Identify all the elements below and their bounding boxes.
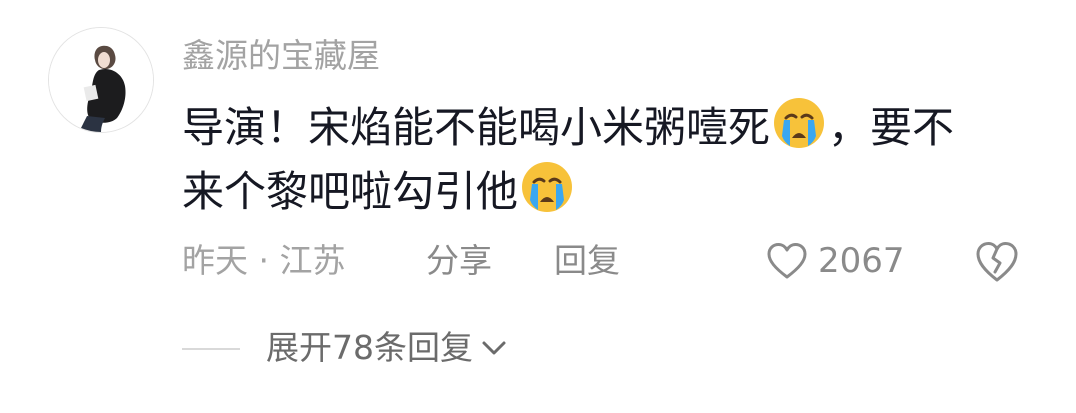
- broken-heart-icon: [976, 242, 1018, 282]
- reply-button[interactable]: 回复: [554, 238, 620, 284]
- crying-face-emoji-icon: [520, 160, 574, 214]
- chevron-down-icon: [482, 341, 506, 355]
- comment-time-location: 昨天 · 江苏: [182, 241, 346, 280]
- crying-face-emoji-icon: [772, 96, 826, 150]
- expand-replies-label: 展开78条回复: [266, 328, 473, 367]
- comment-line-2: 来个黎吧啦勾引他: [182, 160, 1042, 224]
- like-button[interactable]: 2067: [766, 238, 905, 284]
- comment-username[interactable]: 鑫源的宝藏屋: [182, 34, 380, 78]
- expand-divider: [182, 348, 240, 350]
- comment-text-part-3: 来个黎吧啦勾引他: [182, 167, 519, 216]
- like-count: 2067: [818, 241, 905, 281]
- comment-text: 导演！宋焰能不能喝小米粥噎死 ，要不 来个黎吧啦勾引他: [182, 96, 1042, 224]
- share-button[interactable]: 分享: [426, 238, 492, 284]
- expand-replies-button[interactable]: 展开78条回复: [266, 324, 507, 372]
- user-avatar[interactable]: [48, 27, 154, 133]
- comment-text-part-2: ，要不: [828, 103, 955, 152]
- comment-line-1: 导演！宋焰能不能喝小米粥噎死 ，要不: [182, 96, 1042, 160]
- avatar-image: [49, 28, 153, 132]
- comment-text-part-1: 导演！宋焰能不能喝小米粥噎死: [182, 103, 771, 152]
- heart-outline-icon: [767, 243, 807, 279]
- dislike-button[interactable]: [974, 240, 1020, 284]
